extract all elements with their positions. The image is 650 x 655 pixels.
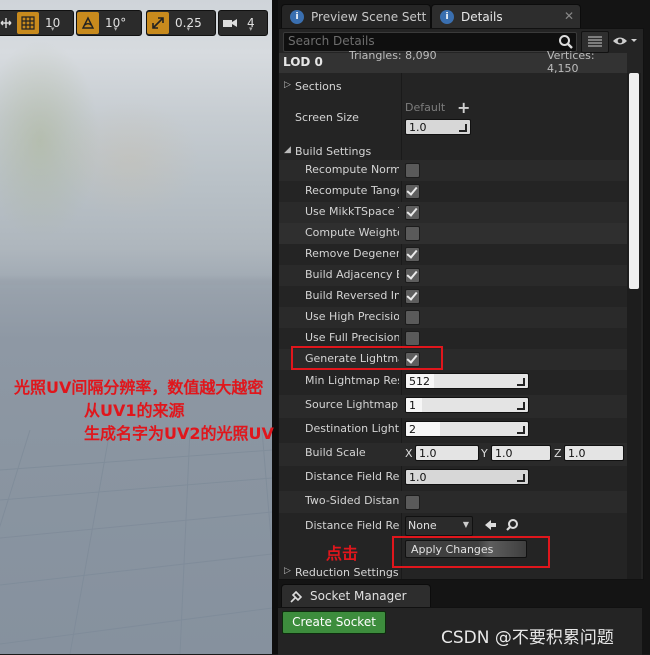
axis-z-label: Z bbox=[554, 447, 562, 460]
property-row: Build Adjacency Buffer bbox=[279, 265, 627, 286]
remove-degenerates-checkbox[interactable] bbox=[405, 247, 420, 262]
build-settings-label: Build Settings bbox=[295, 145, 372, 158]
property-row: Use MikkTSpace Tangent Space bbox=[279, 202, 627, 223]
property-row: Recompute Tangents bbox=[279, 181, 627, 202]
viewport[interactable]: 10 ▾ 10° ▾ 0.25 ▾ 4 ▾ bbox=[0, 0, 272, 654]
use-mikktspace-checkbox[interactable] bbox=[405, 205, 420, 220]
property-row: Recompute Normals bbox=[279, 160, 627, 181]
scale-snap-value[interactable]: 0.25 ▾ bbox=[169, 16, 208, 33]
tab-details[interactable]: i Details ✕ bbox=[431, 4, 581, 29]
axis-x-label: X bbox=[405, 447, 413, 460]
tab-socket-manager[interactable]: Socket Manager bbox=[281, 584, 431, 609]
expand-arrow-icon: ▷ bbox=[284, 80, 291, 90]
distance-field-rep-dropdown[interactable]: None ▼ bbox=[405, 516, 473, 536]
compute-weighted-normals-checkbox[interactable] bbox=[405, 226, 420, 241]
axis-y-label: Y bbox=[481, 447, 488, 460]
annotation-lightmap-resolution: 光照UV间隔分辨率，数值越大越密 bbox=[14, 378, 264, 397]
source-lightmap-input[interactable]: 1 bbox=[405, 397, 529, 413]
screen-size-default-label: Default bbox=[405, 101, 446, 114]
screen-size-row: Screen Size Default + 1.0 bbox=[279, 98, 627, 139]
distance-field-res-row: Distance Field Resolution Scale 1.0 bbox=[279, 467, 627, 490]
browse-icon[interactable] bbox=[505, 518, 519, 532]
use-selected-arrow-icon[interactable] bbox=[483, 518, 497, 532]
distance-field-res-input[interactable]: 1.0 bbox=[405, 469, 529, 485]
min-lightmap-row: Min Lightmap Resolution 512 bbox=[279, 371, 627, 394]
annotation-destination-uv: 生成名字为UV2的光照UV bbox=[84, 424, 274, 443]
two-sided-row: Two-Sided Distance Field Generation bbox=[279, 491, 627, 513]
recompute-normals-checkbox[interactable] bbox=[405, 163, 420, 178]
build-scale-z-input[interactable]: 1.0 bbox=[564, 445, 624, 461]
watermark: CSDN @不要积累问题 bbox=[441, 628, 614, 648]
destination-lightmap-row: Destination Lightmap Index 2 bbox=[279, 419, 627, 442]
camera-speed-icon[interactable] bbox=[219, 12, 241, 34]
recompute-tangents-checkbox[interactable] bbox=[405, 184, 420, 199]
background-haze bbox=[60, 100, 200, 220]
reduction-settings-label: Reduction Settings bbox=[295, 566, 399, 579]
camera-speed-value[interactable]: 4 ▾ bbox=[241, 16, 261, 33]
two-sided-distance-checkbox[interactable] bbox=[405, 495, 420, 510]
annotation-source-uv: 从UV1的来源 bbox=[84, 401, 185, 420]
lod-title: LOD 0 bbox=[283, 55, 323, 69]
close-icon[interactable]: ✕ bbox=[564, 9, 574, 23]
tab-label: Details bbox=[461, 10, 503, 24]
use-full-precision-uvs-checkbox[interactable] bbox=[405, 331, 420, 346]
property-row: Build Reversed Index Buffer bbox=[279, 286, 627, 307]
grid-snap-icon[interactable] bbox=[17, 12, 39, 34]
search-icon[interactable] bbox=[558, 34, 574, 50]
build-scale-y-input[interactable]: 1.0 bbox=[491, 445, 551, 461]
tab-preview-scene-settings[interactable]: i Preview Scene Sett bbox=[281, 4, 431, 29]
build-adjacency-checkbox[interactable] bbox=[405, 268, 420, 283]
min-lightmap-input[interactable]: 512 bbox=[405, 373, 529, 389]
highlight-generate-lightmap bbox=[291, 346, 443, 370]
expand-arrow-icon: ▷ bbox=[284, 566, 291, 576]
property-row: Remove Degenerates bbox=[279, 244, 627, 265]
rotation-snap-value[interactable]: 10° ▾ bbox=[99, 16, 132, 33]
collapse-arrow-icon: ◢ bbox=[284, 145, 291, 155]
screen-size-input[interactable]: 1.0 bbox=[405, 119, 471, 135]
distance-field-rep-row: Distance Field Replacement Mesh None ▼ bbox=[279, 514, 627, 538]
visibility-filter-button[interactable] bbox=[611, 33, 639, 49]
viewport-toolbar: 10 ▾ 10° ▾ 0.25 ▾ 4 ▾ bbox=[0, 8, 272, 36]
scrollbar-thumb[interactable] bbox=[629, 73, 639, 289]
build-reversed-index-checkbox[interactable] bbox=[405, 289, 420, 304]
chevron-down-icon: ▼ bbox=[462, 520, 469, 529]
annotation-click: 点击 bbox=[326, 544, 359, 563]
build-settings-group[interactable]: ◢ Build Settings bbox=[279, 142, 627, 162]
sections-label: Sections bbox=[295, 80, 342, 93]
socket-icon bbox=[290, 590, 303, 603]
property-row: Use High Precision Tangent Basis bbox=[279, 307, 627, 328]
create-socket-button[interactable]: Create Socket bbox=[282, 611, 386, 634]
grid-snap-group[interactable]: 10 ▾ bbox=[0, 10, 74, 36]
search-input[interactable] bbox=[284, 33, 562, 49]
vertices-count: Vertices: 4,150 bbox=[547, 49, 595, 75]
socket-tab-label: Socket Manager bbox=[310, 589, 407, 603]
use-high-precision-checkbox[interactable] bbox=[405, 310, 420, 325]
floor-grid bbox=[0, 430, 272, 654]
camera-speed-group[interactable]: 4 ▾ bbox=[218, 10, 268, 36]
add-icon[interactable]: + bbox=[457, 98, 470, 117]
transform-icon[interactable] bbox=[0, 12, 17, 34]
screen-size-label: Screen Size bbox=[295, 111, 359, 124]
scale-snap-group[interactable]: 0.25 ▾ bbox=[146, 10, 216, 36]
build-scale-row: Build Scale X 1.0 Y 1.0 Z 1.0 bbox=[279, 443, 627, 466]
lod-header[interactable]: LOD 0 Triangles: 8,090 Vertices: 4,150 bbox=[279, 49, 627, 75]
scale-snap-icon[interactable] bbox=[147, 12, 169, 34]
info-icon: i bbox=[440, 10, 454, 24]
triangles-count: Triangles: 8,090 bbox=[349, 49, 437, 62]
sections-group[interactable]: ▷ Sections bbox=[279, 77, 627, 97]
info-icon: i bbox=[290, 10, 304, 24]
rotation-snap-group[interactable]: 10° ▾ bbox=[76, 10, 142, 36]
property-row: Compute Weighted Normals bbox=[279, 223, 627, 244]
build-scale-x-input[interactable]: 1.0 bbox=[415, 445, 479, 461]
horizon-line bbox=[0, 285, 272, 288]
highlight-apply-changes bbox=[392, 536, 550, 568]
tab-label: Preview Scene Sett bbox=[311, 10, 427, 24]
details-panel: LOD 0 Triangles: 8,090 Vertices: 4,150 ▷… bbox=[278, 28, 644, 580]
rotation-snap-icon[interactable] bbox=[77, 12, 99, 34]
grid-snap-value[interactable]: 10 ▾ bbox=[39, 16, 66, 33]
source-lightmap-row: Source Lightmap Index 1 bbox=[279, 395, 627, 418]
destination-lightmap-input[interactable]: 2 bbox=[405, 421, 529, 437]
eye-icon bbox=[613, 37, 637, 45]
